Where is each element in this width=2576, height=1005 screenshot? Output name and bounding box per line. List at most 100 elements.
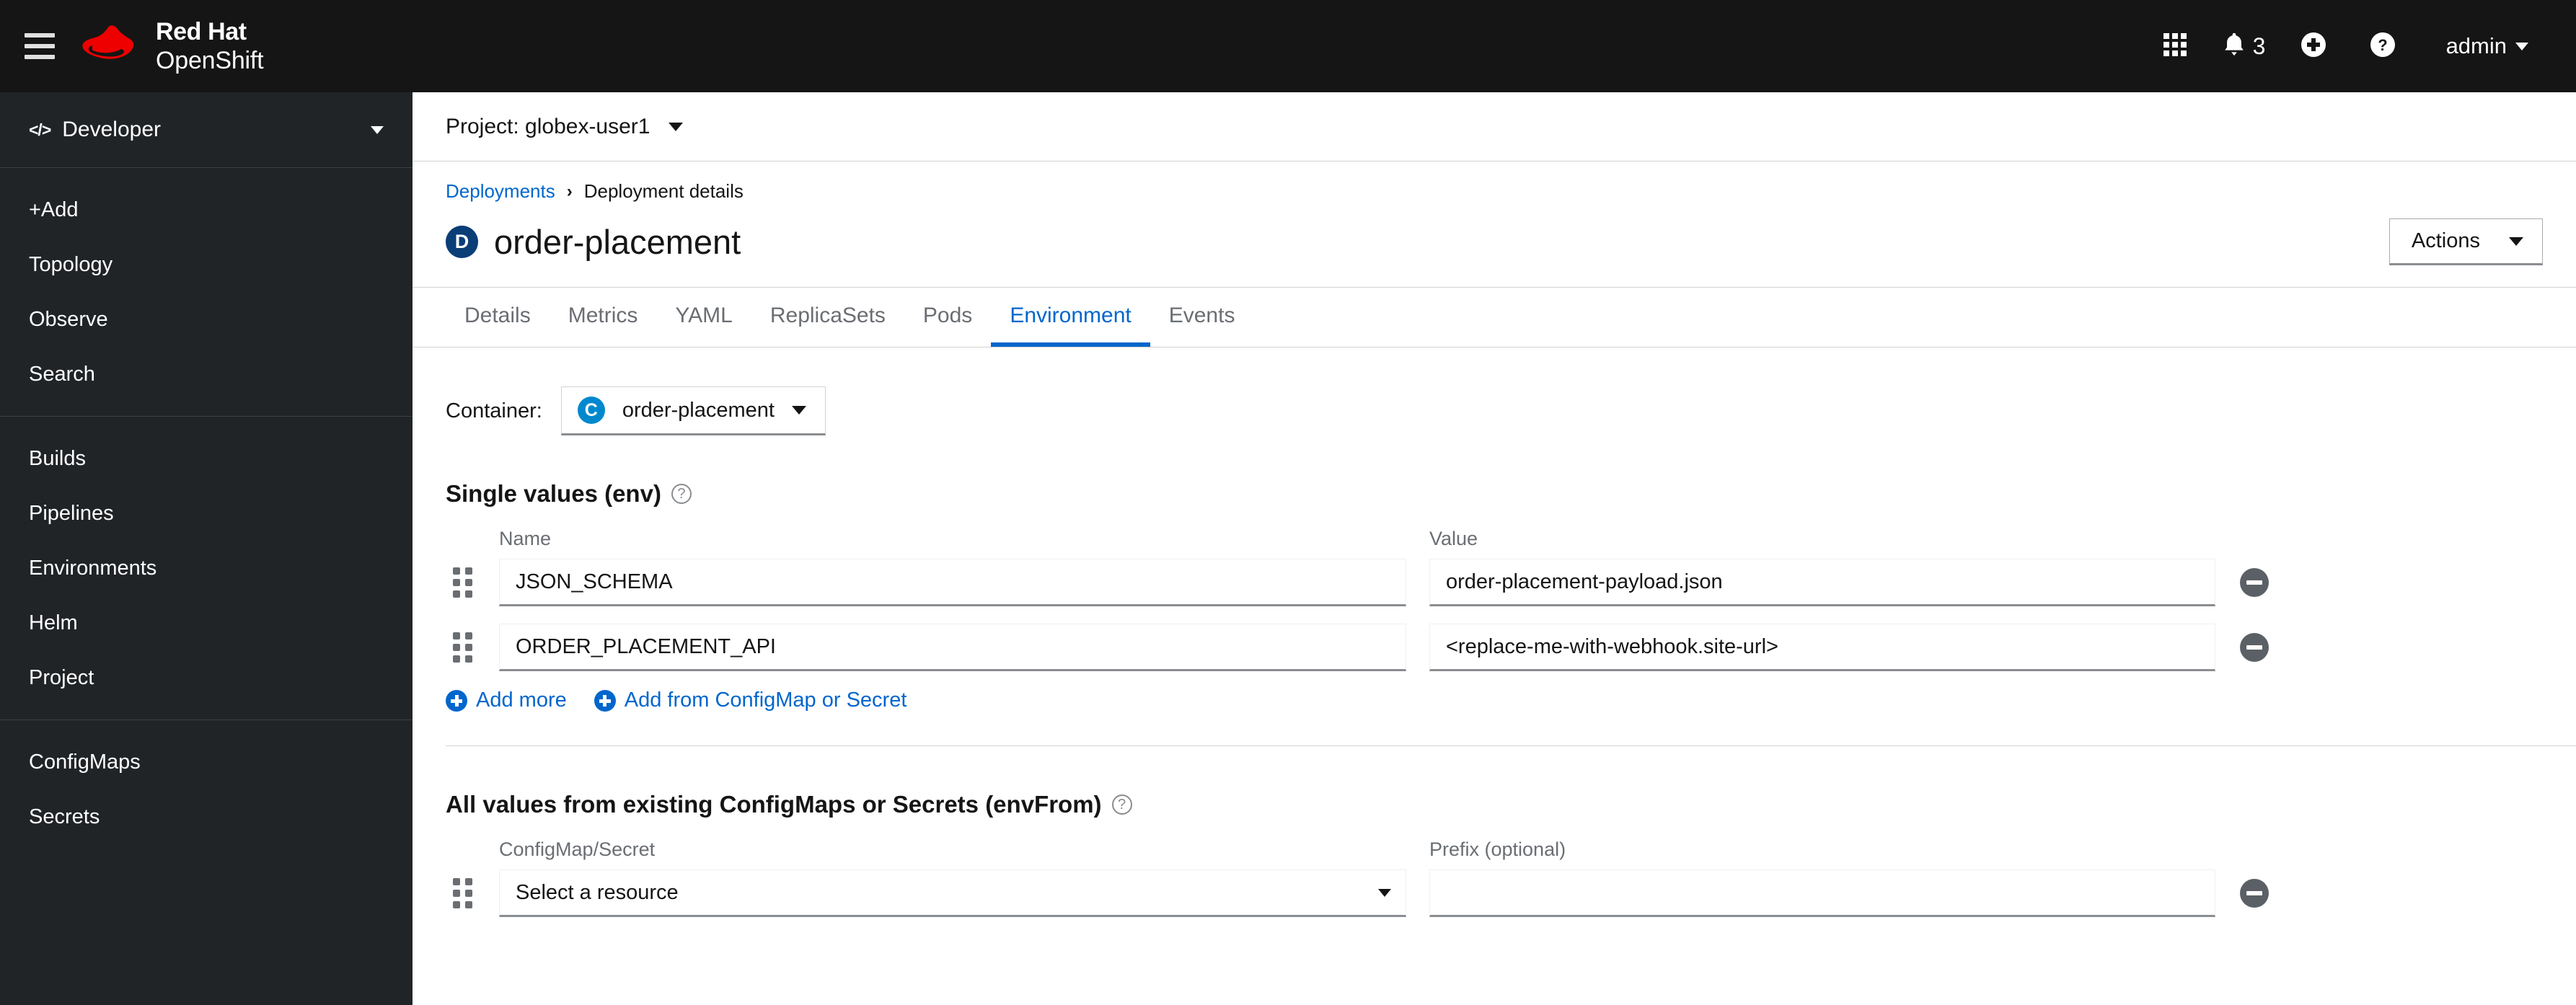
container-selector[interactable]: C order-placement xyxy=(560,386,826,435)
env-name-wrapper xyxy=(499,559,1406,606)
plus-circle-icon xyxy=(446,689,467,712)
code-icon: </> xyxy=(29,120,51,139)
brand-line-2: OpenShift xyxy=(156,47,264,74)
sidebar-item-builds[interactable]: Builds xyxy=(0,431,413,486)
hamburger-bar xyxy=(25,55,55,59)
question-mark-icon[interactable]: ? xyxy=(1111,794,1132,815)
actions-button[interactable]: Actions xyxy=(2388,218,2543,265)
resource-select[interactable]: Select a resource xyxy=(499,869,1406,917)
chevron-down-icon xyxy=(2509,236,2523,246)
tab-label: Details xyxy=(464,304,531,327)
actions-button-label: Actions xyxy=(2411,229,2480,252)
single-values-title: Single values (env) xyxy=(446,480,661,507)
tab-label: Events xyxy=(1168,304,1235,327)
sidebar-item-helm[interactable]: Helm xyxy=(0,596,413,650)
plus-circle-icon xyxy=(594,689,616,712)
navigation-toggle-icon[interactable] xyxy=(0,0,79,92)
sidebar-item-label: Builds xyxy=(29,446,86,470)
sidebar-item-pipelines[interactable]: Pipelines xyxy=(0,486,413,541)
page-title: order-placement xyxy=(494,223,741,261)
notifications-button[interactable]: 3 xyxy=(2210,0,2279,92)
add-more-button[interactable]: Add more xyxy=(446,689,567,712)
env-name-wrapper xyxy=(499,624,1406,671)
sidebar-item-label: +Add xyxy=(29,198,79,221)
resource-select-value: Select a resource xyxy=(516,880,679,904)
sidebar-item-observe[interactable]: Observe xyxy=(0,292,413,347)
resource-select-wrapper: Select a resource xyxy=(499,869,1406,917)
remove-env-from-row-button[interactable] xyxy=(2240,879,2269,908)
detail-tabs: Details Metrics YAML ReplicaSets Pods En… xyxy=(413,287,2576,347)
main-content: Project: globex-user1 Deployments › Depl… xyxy=(413,92,2576,1005)
user-name-label: admin xyxy=(2445,33,2507,58)
sidebar-item-secrets[interactable]: Secrets xyxy=(0,789,413,844)
add-button[interactable] xyxy=(2279,0,2348,92)
question-mark-icon[interactable]: ? xyxy=(671,484,692,504)
red-hat-fedora-icon xyxy=(79,24,140,68)
add-from-configmap-label: Add from ConfigMap or Secret xyxy=(624,689,907,712)
env-name-input[interactable] xyxy=(499,559,1406,606)
page-header: Deployments › Deployment details D order… xyxy=(413,161,2576,287)
env-value-wrapper xyxy=(1429,559,2215,606)
container-name: order-placement xyxy=(622,398,775,422)
tab-details[interactable]: Details xyxy=(446,288,550,347)
sidebar-item-project[interactable]: Project xyxy=(0,650,413,705)
masthead-toolbar: 3 ? admin xyxy=(2140,0,2543,92)
column-header-prefix: Prefix (optional) xyxy=(1429,838,1566,860)
add-from-configmap-or-secret-button[interactable]: Add from ConfigMap or Secret xyxy=(594,689,907,712)
perspective-label: Developer xyxy=(62,118,162,141)
column-header-configmap-secret: ConfigMap/Secret xyxy=(499,838,656,860)
sidebar-item-label: Search xyxy=(29,362,95,386)
breadcrumb-current: Deployment details xyxy=(583,180,744,202)
drag-handle-icon[interactable] xyxy=(446,878,483,908)
sidebar-item-environments[interactable]: Environments xyxy=(0,541,413,596)
project-selector[interactable]: Project: globex-user1 xyxy=(446,114,684,139)
add-more-label: Add more xyxy=(476,689,567,712)
tab-metrics[interactable]: Metrics xyxy=(550,288,657,347)
sidebar-item-configmaps[interactable]: ConfigMaps xyxy=(0,735,413,789)
app-launcher-button[interactable] xyxy=(2140,0,2210,92)
tab-label: Environment xyxy=(1010,304,1132,327)
perspective-switcher[interactable]: </> Developer xyxy=(0,92,413,168)
chevron-down-icon xyxy=(2515,42,2528,50)
user-menu-button[interactable]: admin xyxy=(2417,0,2543,92)
env-value-wrapper xyxy=(1429,624,2215,671)
remove-env-row-button[interactable] xyxy=(2240,568,2269,597)
title-row: D order-placement Actions xyxy=(446,218,2543,287)
chevron-down-icon xyxy=(1378,888,1391,897)
tab-replicasets[interactable]: ReplicaSets xyxy=(751,288,904,347)
breadcrumb-link-deployments[interactable]: Deployments xyxy=(446,180,555,203)
container-label: Container: xyxy=(446,399,542,422)
prefix-input[interactable] xyxy=(1429,869,2215,917)
drag-handle-icon[interactable] xyxy=(446,632,483,663)
env-from-grid: ConfigMap/Secret Prefix (optional) Selec… xyxy=(446,838,2543,917)
project-selector-label: Project: globex-user1 xyxy=(446,114,650,138)
add-links: Add more Add from ConfigMap or Secret xyxy=(446,689,2543,712)
env-name-input[interactable] xyxy=(499,624,1406,671)
hamburger-bar xyxy=(25,44,55,48)
brand-logo-link[interactable]: Red Hat OpenShift xyxy=(79,19,264,74)
env-from-heading: All values from existing ConfigMaps or S… xyxy=(446,791,2543,818)
sidebar-item-topology[interactable]: Topology xyxy=(0,237,413,292)
sidebar-item-label: Project xyxy=(29,665,94,689)
env-value-input[interactable] xyxy=(1429,624,2215,671)
nav-group-builds: Builds Pipelines Environments Helm Proje… xyxy=(0,416,413,720)
tab-environment[interactable]: Environment xyxy=(991,288,1150,347)
minus-icon xyxy=(2246,580,2262,585)
sidebar-item-search[interactable]: Search xyxy=(0,347,413,402)
tab-pods[interactable]: Pods xyxy=(904,288,991,347)
tab-events[interactable]: Events xyxy=(1150,288,1254,347)
remove-env-row-button[interactable] xyxy=(2240,633,2269,662)
drag-handle-icon[interactable] xyxy=(446,567,483,598)
env-row xyxy=(446,624,2543,671)
env-value-input[interactable] xyxy=(1429,559,2215,606)
project-bar: Project: globex-user1 xyxy=(413,92,2576,161)
tab-yaml[interactable]: YAML xyxy=(656,288,751,347)
sidebar-item-label: Pipelines xyxy=(29,501,114,525)
minus-icon xyxy=(2246,891,2262,895)
sidebar-item-label: Secrets xyxy=(29,805,100,828)
notification-count: 3 xyxy=(2252,32,2266,59)
help-button[interactable]: ? xyxy=(2348,0,2417,92)
sidebar-item-add[interactable]: +Add xyxy=(0,182,413,237)
bell-icon xyxy=(2223,32,2246,61)
single-values-column-headers: Name Value xyxy=(446,528,2543,559)
